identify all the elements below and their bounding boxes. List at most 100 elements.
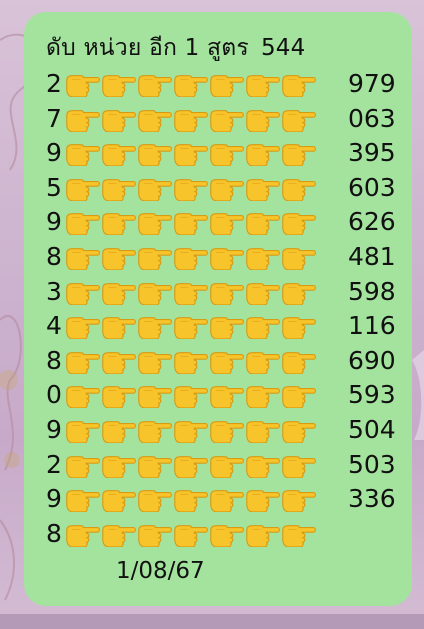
pointing-right-icon bbox=[100, 279, 137, 306]
row-number: 593 bbox=[348, 380, 396, 410]
pointing-right-icon bbox=[64, 382, 101, 409]
number-row: 9 336 bbox=[46, 483, 406, 515]
pointing-right-icon bbox=[280, 521, 317, 548]
pointing-right-icon bbox=[244, 417, 281, 444]
pointing-right-icon bbox=[244, 348, 281, 375]
message-header: ดับ หน่วย อีก 1 สูตร 544 bbox=[46, 30, 305, 66]
row-lead-digit: 7 bbox=[46, 103, 62, 133]
header-title: ดับ หน่วย อีก 1 สูตร bbox=[46, 35, 249, 61]
pointing-right-icon bbox=[64, 244, 101, 271]
pointing-right-icon bbox=[136, 452, 173, 479]
pointing-right-icon bbox=[208, 348, 245, 375]
number-row: 4 116 bbox=[46, 310, 406, 342]
pointing-right-icon bbox=[136, 313, 173, 340]
pointing-right-icon bbox=[208, 244, 245, 271]
number-row: 7 063 bbox=[46, 103, 406, 135]
pointer-group bbox=[64, 209, 316, 236]
pointing-right-icon bbox=[64, 348, 101, 375]
pointing-right-icon bbox=[280, 313, 317, 340]
pointing-right-icon bbox=[172, 209, 209, 236]
pointer-group bbox=[64, 71, 316, 98]
pointing-right-icon bbox=[172, 521, 209, 548]
pointing-right-icon bbox=[244, 452, 281, 479]
pointing-right-icon bbox=[136, 417, 173, 444]
row-number: 395 bbox=[348, 138, 396, 168]
pointing-right-icon bbox=[136, 244, 173, 271]
pointing-right-icon bbox=[100, 382, 137, 409]
pointing-right-icon bbox=[136, 486, 173, 513]
pointing-right-icon bbox=[64, 486, 101, 513]
pointing-right-icon bbox=[172, 313, 209, 340]
pointing-right-icon bbox=[100, 348, 137, 375]
pointing-right-icon bbox=[64, 417, 101, 444]
pointer-group bbox=[64, 140, 317, 167]
row-number: 690 bbox=[348, 345, 396, 375]
pointing-right-icon bbox=[172, 175, 209, 202]
pointing-right-icon bbox=[244, 209, 281, 236]
pointing-right-icon bbox=[244, 279, 281, 306]
pointing-right-icon bbox=[208, 486, 245, 513]
pointing-right-icon bbox=[100, 486, 137, 513]
pointing-right-icon bbox=[64, 140, 101, 167]
row-lead-digit: 2 bbox=[46, 69, 62, 98]
row-lead-digit: 5 bbox=[46, 172, 62, 202]
pointing-right-icon bbox=[172, 452, 209, 479]
pointing-right-icon bbox=[64, 175, 101, 202]
pointing-right-icon bbox=[172, 106, 209, 133]
pointing-right-icon bbox=[136, 521, 173, 548]
pointing-right-icon bbox=[280, 279, 317, 306]
row-lead-digit: 9 bbox=[46, 415, 62, 444]
row-number: 503 bbox=[348, 449, 396, 479]
pointing-right-icon bbox=[208, 382, 245, 409]
header-code: 544 bbox=[260, 35, 306, 61]
row-number: 598 bbox=[348, 276, 396, 306]
pointing-right-icon bbox=[100, 244, 137, 271]
pointing-right-icon bbox=[208, 279, 245, 306]
row-lead-digit: 9 bbox=[46, 484, 62, 514]
row-number: 626 bbox=[348, 207, 396, 237]
pointing-right-icon bbox=[208, 452, 245, 479]
row-lead-digit: 3 bbox=[46, 276, 62, 306]
pointing-right-icon bbox=[64, 452, 101, 479]
pointing-right-icon bbox=[136, 382, 173, 409]
number-row: 9 504 bbox=[46, 414, 406, 446]
number-row: 2 503 bbox=[46, 449, 406, 481]
number-row: 8 690 bbox=[46, 345, 406, 377]
row-lead-digit: 8 bbox=[46, 345, 62, 375]
pointing-right-icon bbox=[208, 313, 245, 340]
pointing-right-icon bbox=[172, 71, 209, 98]
pointing-right-icon bbox=[100, 313, 137, 340]
pointing-right-icon bbox=[280, 417, 317, 444]
pointing-right-icon bbox=[136, 71, 173, 98]
pointing-right-icon bbox=[100, 140, 137, 167]
pointing-right-icon bbox=[136, 175, 173, 202]
pointing-right-icon bbox=[64, 106, 101, 133]
pointing-right-icon bbox=[244, 106, 281, 133]
row-lead-digit: 8 bbox=[46, 242, 62, 271]
pointing-right-icon bbox=[136, 279, 173, 306]
pointing-right-icon bbox=[280, 486, 317, 513]
pointing-right-icon bbox=[208, 175, 245, 202]
pointing-right-icon bbox=[280, 140, 317, 167]
pointing-right-icon bbox=[244, 382, 281, 409]
row-lead-digit: 8 bbox=[46, 518, 62, 548]
pointing-right-icon bbox=[172, 140, 209, 167]
row-number: 603 bbox=[348, 172, 396, 202]
number-row: 8 481 bbox=[46, 241, 406, 273]
pointing-right-icon bbox=[244, 71, 281, 98]
number-row: 9 626 bbox=[46, 206, 406, 238]
pointing-right-icon bbox=[280, 452, 317, 479]
pointing-right-icon bbox=[244, 140, 281, 167]
pointer-group bbox=[64, 175, 317, 202]
row-lead-digit: 9 bbox=[46, 138, 62, 168]
row-number: 336 bbox=[348, 484, 396, 514]
pointer-group bbox=[64, 452, 317, 479]
pointing-right-icon bbox=[280, 244, 317, 271]
number-row: 8 bbox=[46, 518, 406, 550]
pointing-right-icon bbox=[280, 175, 317, 202]
pointer-group bbox=[64, 521, 317, 548]
pointing-right-icon bbox=[172, 244, 209, 271]
row-number: 063 bbox=[348, 103, 396, 133]
number-row: 5 603 bbox=[46, 172, 406, 204]
pointing-right-icon bbox=[208, 209, 245, 236]
